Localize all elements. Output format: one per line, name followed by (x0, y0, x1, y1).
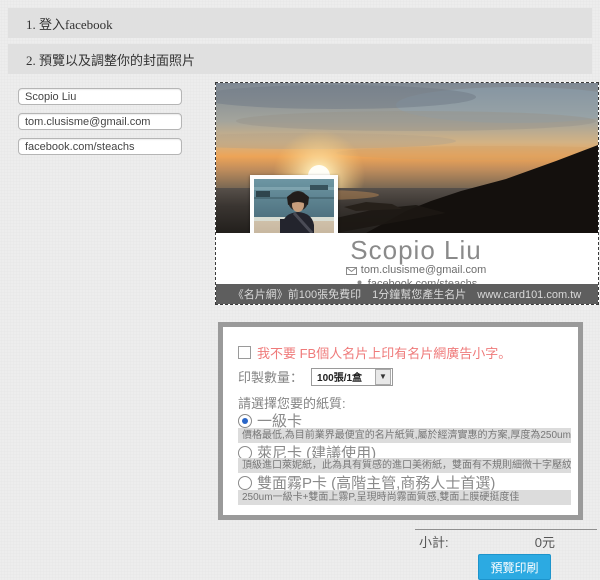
step-header-preview-label: 2. 預覽以及調整你的封面照片 (26, 50, 195, 69)
print-options-panel: 我不要 FB個人名片上印有名片網廣告小字。 印製數量： 100張/1盒 ▼ 請選… (218, 322, 583, 520)
no-ad-checkbox[interactable] (238, 346, 251, 359)
card-info-area: Scopio Liu tom.clusisme@gmail.com facebo… (216, 233, 598, 284)
subtotal-label: 小計: (419, 532, 449, 551)
profile-form (18, 88, 182, 163)
step-header-preview: 2. 預覽以及調整你的封面照片 (8, 44, 592, 74)
step-header-login-label: 1. 登入facebook (26, 14, 113, 33)
paper-desc-matte: 250um一級卡+雙面上霧P,呈現時尚霧面質感,雙面上膜硬挺度佳 (238, 490, 571, 505)
preview-print-button[interactable]: 預覽印刷 (478, 554, 551, 580)
no-ad-option: 我不要 FB個人名片上印有名片網廣告小字。 (238, 343, 511, 362)
subtotal-value: 0元 (535, 532, 555, 551)
name-field[interactable] (18, 88, 182, 105)
no-ad-label: 我不要 FB個人名片上印有名片網廣告小字。 (257, 343, 511, 362)
quantity-select[interactable]: 100張/1盒 ▼ (311, 368, 393, 386)
paper-desc-level1: 價格最低,為目前業界最便宜的名片紙質,屬於經濟實惠的方案,厚度為250um (238, 428, 571, 443)
card-name: Scopio Liu (326, 235, 506, 266)
page: 1. 登入facebook 2. 預覽以及調整你的封面照片 (0, 0, 600, 580)
email-field[interactable] (18, 113, 182, 130)
card-email-text: tom.clusisme@gmail.com (361, 264, 486, 276)
subtotal-row: 小計: 0元 (415, 529, 597, 551)
paper-desc-linen: 頂級進口萊妮紙，此為具有質感的進口美術紙，雙面有不規則細微十字壓紋，厚度300u… (238, 458, 571, 473)
step-header-login: 1. 登入facebook (8, 8, 592, 38)
card-footer-ad: 《名片網》前100張免費印 1分鐘幫您產生名片 www.card101.com.… (216, 284, 598, 304)
paper-radio-matte[interactable] (238, 476, 252, 490)
paper-radio-level1[interactable] (238, 414, 252, 428)
card-preview[interactable]: Scopio Liu tom.clusisme@gmail.com facebo… (215, 82, 599, 305)
envelope-icon (346, 266, 357, 278)
chevron-down-icon[interactable]: ▼ (375, 369, 391, 385)
facebook-field[interactable] (18, 138, 182, 155)
card-email-line: tom.clusisme@gmail.com (326, 264, 506, 278)
quantity-selected-value: 100張/1盒 (312, 369, 374, 384)
quantity-label: 印製數量： (238, 367, 303, 386)
quantity-row: 印製數量： 100張/1盒 ▼ (238, 367, 393, 386)
